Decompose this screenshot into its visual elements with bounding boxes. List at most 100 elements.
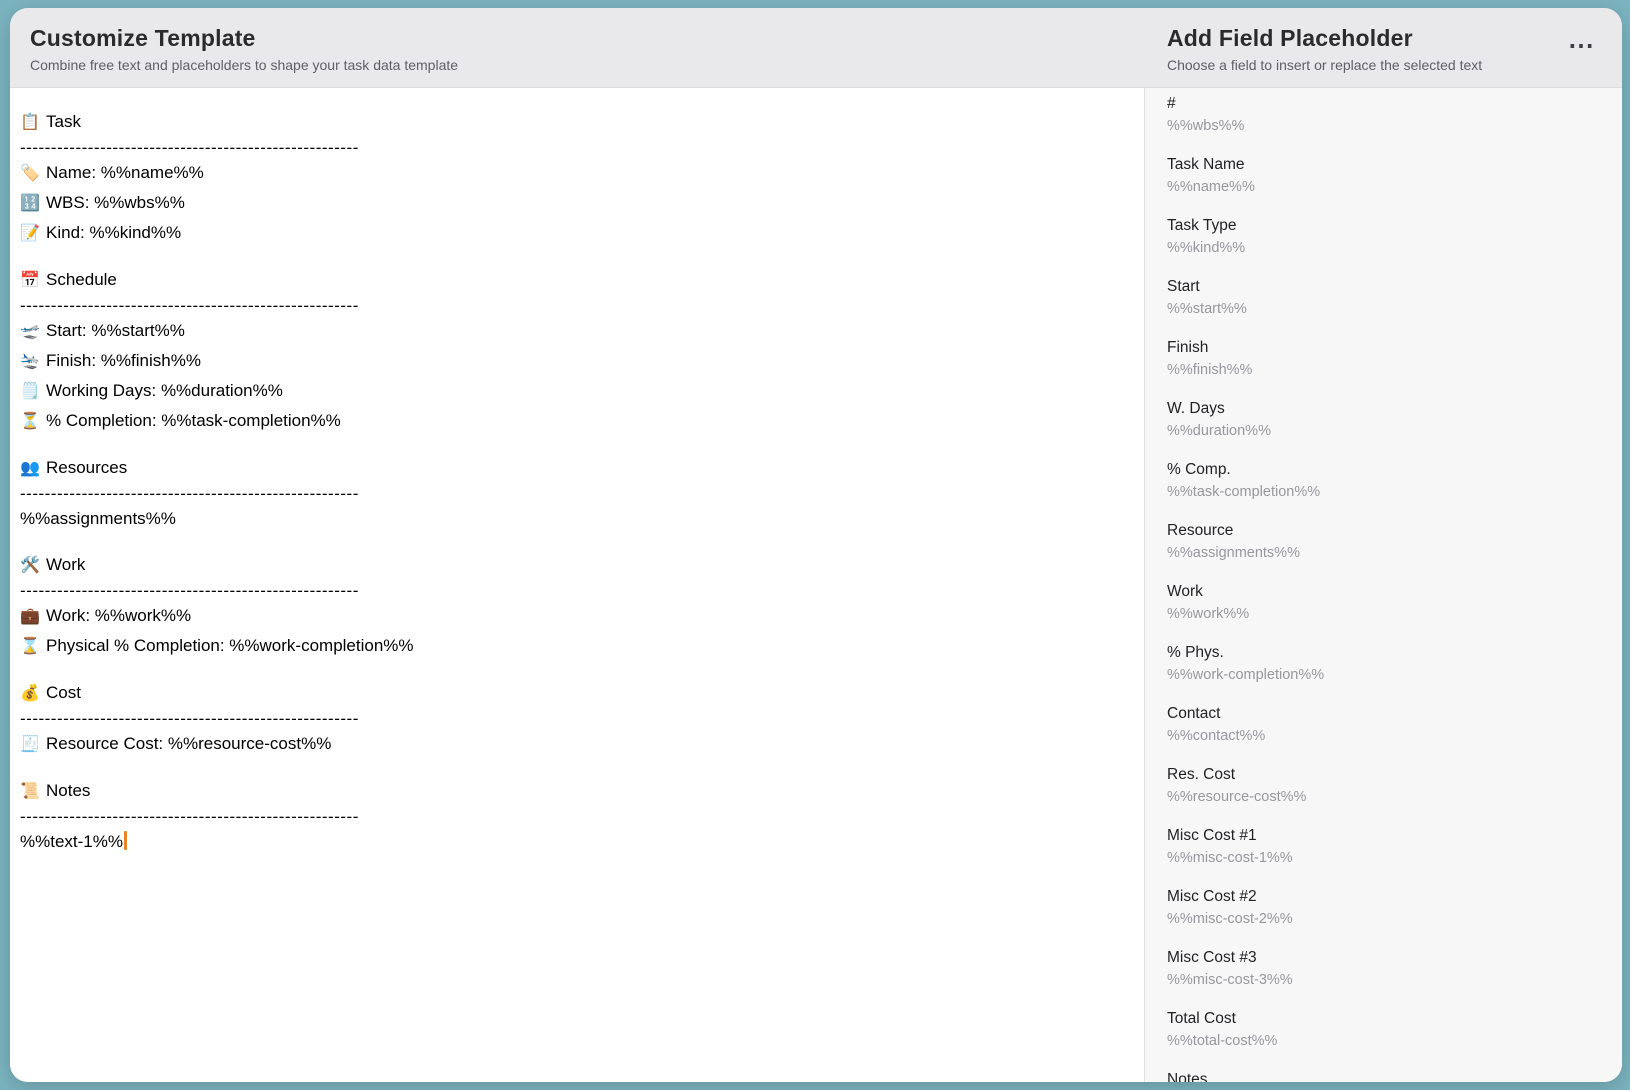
placeholder-panel-subtitle: Choose a field to insert or replace the … <box>1167 57 1482 73</box>
field-row[interactable]: Contact%%contact%% <box>1167 703 1622 747</box>
page-subtitle: Combine free text and placeholders to sh… <box>30 57 458 73</box>
template-line[interactable]: 🛬Finish: %%finish%% <box>20 346 1144 376</box>
section-emoji-icon: 💰 <box>20 679 46 708</box>
field-label: % Comp. <box>1167 459 1622 481</box>
template-line[interactable]: ⏳% Completion: %%task-completion%% <box>20 406 1144 436</box>
field-placeholder: %%finish%% <box>1167 359 1622 381</box>
field-label: Misc Cost #2 <box>1167 886 1622 908</box>
field-placeholder: %%task-completion%% <box>1167 481 1622 503</box>
section-divider-dashes[interactable]: ----------------------------------------… <box>20 295 1144 316</box>
field-placeholder: %%kind%% <box>1167 237 1622 259</box>
field-label: W. Days <box>1167 398 1622 420</box>
template-line[interactable]: 🗒️Working Days: %%duration%% <box>20 376 1144 406</box>
placeholder-panel-title: Add Field Placeholder <box>1167 25 1482 52</box>
more-options-button[interactable]: ⋯ <box>1564 30 1598 60</box>
template-section-header[interactable]: 🛠️Work <box>20 550 1144 580</box>
field-label: Task Name <box>1167 154 1622 176</box>
template-section: 💰Cost-----------------------------------… <box>20 678 1144 759</box>
template-editor[interactable]: 📋Task-----------------------------------… <box>10 88 1144 1082</box>
left-header: Customize Template Combine free text and… <box>30 25 458 73</box>
line-text: Work: %%work%% <box>46 606 191 625</box>
field-placeholder-list: #%%wbs%% Task Name%%name%% Task Type%%kind… <box>1145 88 1622 1082</box>
field-label: Res. Cost <box>1167 764 1622 786</box>
line-text: Resource Cost: %%resource-cost%% <box>46 734 331 753</box>
section-divider-dashes[interactable]: ----------------------------------------… <box>20 708 1144 729</box>
template-line[interactable]: 🔢WBS: %%wbs%% <box>20 188 1144 218</box>
field-placeholder: %%work%% <box>1167 603 1622 625</box>
template-section-header[interactable]: 📜Notes <box>20 776 1144 806</box>
line-emoji-icon: 🔢 <box>20 189 46 218</box>
field-row[interactable]: Notes <box>1167 1069 1622 1082</box>
section-divider-dashes[interactable]: ----------------------------------------… <box>20 580 1144 601</box>
field-placeholder: %%assignments%% <box>1167 542 1622 564</box>
section-title: Work <box>46 555 85 574</box>
template-section-header[interactable]: 👥Resources <box>20 453 1144 483</box>
field-label: Contact <box>1167 703 1622 725</box>
field-row[interactable]: W. Days%%duration%% <box>1167 398 1622 442</box>
line-emoji-icon: 🛬 <box>20 347 46 376</box>
template-line[interactable]: 💼Work: %%work%% <box>20 601 1144 631</box>
field-row[interactable]: % Comp.%%task-completion%% <box>1167 459 1622 503</box>
field-row[interactable]: Total Cost%%total-cost%% <box>1167 1008 1622 1052</box>
field-label: Work <box>1167 581 1622 603</box>
dialog-content: 📋Task-----------------------------------… <box>10 88 1622 1082</box>
field-row[interactable]: Start%%start%% <box>1167 276 1622 320</box>
text-cursor <box>124 831 127 850</box>
field-row[interactable]: Work%%work%% <box>1167 581 1622 625</box>
field-label: Task Type <box>1167 215 1622 237</box>
template-section: 👥Resources------------------------------… <box>20 453 1144 533</box>
field-row[interactable]: Task Type%%kind%% <box>1167 215 1622 259</box>
line-emoji-icon: ⌛ <box>20 632 46 661</box>
field-placeholder: %%duration%% <box>1167 420 1622 442</box>
field-row[interactable]: Finish%%finish%% <box>1167 337 1622 381</box>
template-section-header[interactable]: 📅Schedule <box>20 265 1144 295</box>
template-line[interactable]: %%text-1%% <box>20 827 1144 856</box>
template-section: 📋Task-----------------------------------… <box>20 107 1144 248</box>
template-line[interactable]: ⌛Physical % Completion: %%work-completio… <box>20 631 1144 661</box>
field-row[interactable]: Misc Cost #2%%misc-cost-2%% <box>1167 886 1622 930</box>
dialog-header: Customize Template Combine free text and… <box>10 8 1622 88</box>
section-emoji-icon: 📜 <box>20 777 46 806</box>
field-placeholder: %%contact%% <box>1167 725 1622 747</box>
section-divider-dashes[interactable]: ----------------------------------------… <box>20 483 1144 504</box>
template-section: 📅Schedule-------------------------------… <box>20 265 1144 436</box>
field-row[interactable]: % Phys.%%work-completion%% <box>1167 642 1622 686</box>
line-emoji-icon: 🗒️ <box>20 377 46 406</box>
template-section: 📜Notes----------------------------------… <box>20 776 1144 856</box>
line-emoji-icon: 💼 <box>20 602 46 631</box>
customize-template-dialog: Customize Template Combine free text and… <box>10 8 1622 1082</box>
field-placeholder: %%total-cost%% <box>1167 1030 1622 1052</box>
section-emoji-icon: 📅 <box>20 266 46 295</box>
template-section-header[interactable]: 💰Cost <box>20 678 1144 708</box>
section-emoji-icon: 🛠️ <box>20 551 46 580</box>
template-line[interactable]: %%assignments%% <box>20 504 1144 533</box>
section-divider-dashes[interactable]: ----------------------------------------… <box>20 806 1144 827</box>
field-label: Misc Cost #3 <box>1167 947 1622 969</box>
template-section-header[interactable]: 📋Task <box>20 107 1144 137</box>
field-row[interactable]: Task Name%%name%% <box>1167 154 1622 198</box>
field-label: Start <box>1167 276 1622 298</box>
field-row[interactable]: #%%wbs%% <box>1167 93 1622 137</box>
template-line[interactable]: 🧾Resource Cost: %%resource-cost%% <box>20 729 1144 759</box>
field-placeholder: %%misc-cost-2%% <box>1167 908 1622 930</box>
ellipsis-icon: ⋯ <box>1568 32 1594 58</box>
section-title: Cost <box>46 683 81 702</box>
line-emoji-icon: ⏳ <box>20 407 46 436</box>
section-divider-dashes[interactable]: ----------------------------------------… <box>20 137 1144 158</box>
field-row[interactable]: Misc Cost #3%%misc-cost-3%% <box>1167 947 1622 991</box>
line-text: Working Days: %%duration%% <box>46 381 283 400</box>
field-placeholder: %%misc-cost-1%% <box>1167 847 1622 869</box>
line-text: Finish: %%finish%% <box>46 351 201 370</box>
field-row[interactable]: Misc Cost #1%%misc-cost-1%% <box>1167 825 1622 869</box>
line-text: WBS: %%wbs%% <box>46 193 185 212</box>
template-line[interactable]: 🛫Start: %%start%% <box>20 316 1144 346</box>
field-label: Total Cost <box>1167 1008 1622 1030</box>
line-emoji-icon: 🛫 <box>20 317 46 346</box>
template-line[interactable]: 📝Kind: %%kind%% <box>20 218 1144 248</box>
field-row[interactable]: Resource%%assignments%% <box>1167 520 1622 564</box>
template-line[interactable]: 🏷️Name: %%name%% <box>20 158 1144 188</box>
field-row[interactable]: Res. Cost%%resource-cost%% <box>1167 764 1622 808</box>
field-label: Notes <box>1167 1069 1622 1082</box>
line-text: %%text-1%% <box>20 832 123 851</box>
field-placeholder: %%wbs%% <box>1167 115 1622 137</box>
